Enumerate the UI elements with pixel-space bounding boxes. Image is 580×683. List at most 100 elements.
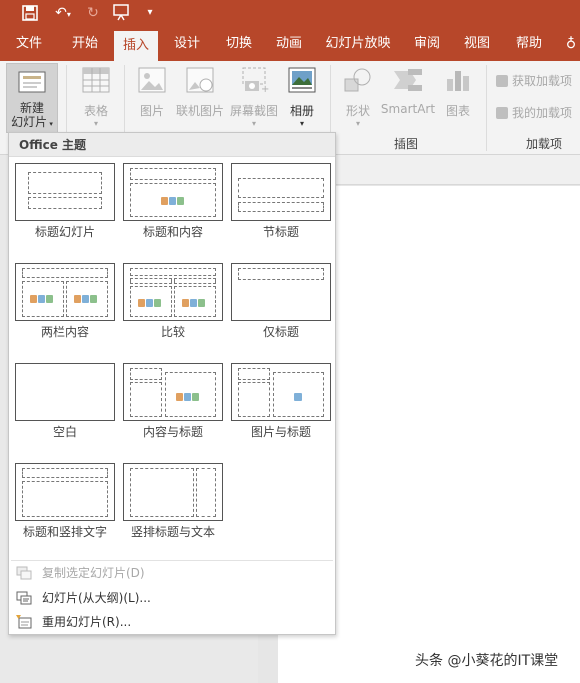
layout-title-and-vertical-text[interactable]: 标题和竖排文字	[11, 463, 119, 539]
layout-thumbnail	[231, 363, 331, 421]
layout-blank[interactable]: 空白	[11, 363, 119, 439]
chart-button[interactable]: 图表	[438, 67, 478, 119]
placeholder-box	[130, 468, 194, 517]
layout-name: 两栏内容	[40, 325, 89, 339]
online-picture-button[interactable]: 联机图片	[174, 67, 226, 119]
layout-name: 内容与标题	[142, 425, 203, 439]
picture-label: 图片	[139, 104, 164, 118]
online-picture-icon	[186, 67, 214, 93]
tab-home[interactable]: 开始	[60, 27, 110, 61]
placeholder-box	[130, 168, 216, 180]
store-icon	[496, 75, 508, 87]
tab-view[interactable]: 视图	[454, 27, 500, 61]
layout-vertical-title-and-text[interactable]: 竖排标题与文本	[119, 463, 227, 539]
screenshot-button[interactable]: + 屏幕截图 ▾	[228, 67, 280, 129]
placeholder-box	[238, 382, 270, 417]
tab-review[interactable]: 审阅	[404, 27, 450, 61]
table-icon	[82, 67, 110, 93]
placeholder-box	[174, 278, 216, 284]
smartart-button[interactable]: SmartArt	[380, 67, 436, 116]
redo-icon: ↻	[87, 5, 99, 21]
tab-slide-show[interactable]: 幻灯片放映	[320, 27, 396, 61]
shapes-icon	[344, 68, 371, 92]
photo-album-icon	[288, 67, 316, 93]
placeholder-box	[22, 481, 108, 517]
layout-thumbnail	[15, 263, 115, 321]
tab-animations[interactable]: 动画	[266, 27, 312, 61]
present-from-start-icon[interactable]	[112, 3, 134, 23]
placeholder-box	[22, 268, 108, 278]
layout-thumbnail	[123, 263, 223, 321]
layout-content-with-caption[interactable]: 内容与标题	[119, 363, 227, 439]
svg-text:+: +	[261, 84, 269, 93]
undo-icon[interactable]: ↶▾	[50, 3, 76, 23]
layout-title-slide[interactable]: 标题幻灯片	[11, 163, 119, 239]
screenshot-icon: +	[242, 67, 269, 95]
layout-name: 比较	[160, 325, 185, 339]
get-addins-button[interactable]: 获取加载项	[496, 71, 572, 91]
layout-thumbnail	[123, 463, 223, 521]
screenshot-label: 屏幕截图	[229, 104, 278, 118]
placeholder-box	[130, 268, 216, 276]
content-icons	[176, 390, 202, 401]
layout-thumbnail	[15, 163, 115, 221]
layout-thumbnail	[231, 163, 331, 221]
shapes-label: 形状	[345, 104, 370, 118]
content-icons	[182, 296, 208, 307]
placeholder-box	[238, 268, 324, 280]
placeholder-box	[130, 382, 162, 417]
layout-comparison[interactable]: 比较	[119, 263, 227, 339]
photo-album-label: 相册	[289, 104, 314, 118]
content-icons	[138, 296, 164, 307]
chart-icon	[447, 71, 469, 91]
layout-thumbnail	[123, 363, 223, 421]
picture-button[interactable]: 图片	[132, 67, 172, 119]
layout-name: 标题和竖排文字	[22, 525, 107, 539]
new-slide-button[interactable]: 新建 幻灯片 ▾	[6, 63, 58, 133]
content-icons	[30, 292, 56, 303]
table-button[interactable]: 表格 ▾	[74, 67, 118, 129]
duplicate-slides-menu-item: 复制选定幻灯片(D)	[9, 561, 335, 585]
layout-name: 空白	[52, 425, 77, 439]
my-addins-button[interactable]: 我的加载项	[496, 103, 572, 123]
photo-album-button[interactable]: 相册 ▾	[282, 67, 322, 129]
layout-name: 仅标题	[262, 325, 299, 339]
layout-name: 图片与标题	[250, 425, 311, 439]
shapes-button[interactable]: 形状 ▾	[338, 67, 378, 129]
tab-transitions[interactable]: 切换	[216, 27, 262, 61]
addins-group-label: 加载项	[526, 137, 563, 151]
tab-design[interactable]: 设计	[164, 27, 210, 61]
quick-access-toolbar: ↶▾ ↻ ▾	[0, 0, 580, 27]
picture-icon	[138, 67, 166, 93]
new-slide-label-1: 新建	[19, 101, 44, 115]
smartart-icon	[394, 69, 422, 91]
placeholder-box	[28, 197, 102, 209]
addins-icon	[496, 107, 508, 119]
layout-two-content[interactable]: 两栏内容	[11, 263, 119, 339]
placeholder-box	[238, 178, 324, 198]
layout-name: 标题和内容	[142, 225, 203, 239]
smartart-label: SmartArt	[380, 102, 436, 116]
layout-picture-with-caption[interactable]: 图片与标题	[227, 363, 335, 439]
watermark: 头条 @小葵花的IT课堂	[415, 653, 559, 669]
tab-help[interactable]: 帮助	[506, 27, 552, 61]
layout-section-header[interactable]: 节标题	[227, 163, 335, 239]
tab-file[interactable]: 文件	[6, 27, 52, 61]
layout-title-only[interactable]: 仅标题	[227, 263, 335, 339]
reuse-slides-menu-item[interactable]: 重用幻灯片(R)...	[9, 610, 335, 634]
placeholder-box	[238, 202, 324, 212]
layout-thumbnail	[15, 363, 115, 421]
save-icon[interactable]	[20, 3, 40, 23]
new-slide-gallery: Office 主题 标题幻灯片 标题和内容 节标题 两栏内容 比较 仅标题 空白…	[8, 132, 336, 635]
layout-name: 标题幻灯片	[34, 225, 95, 239]
layout-thumbnail	[123, 163, 223, 221]
lightbulb-icon[interactable]: ♁	[562, 27, 580, 61]
layout-name: 节标题	[262, 225, 299, 239]
layout-title-and-content[interactable]: 标题和内容	[119, 163, 227, 239]
slides-from-outline-menu-item[interactable]: 幻灯片(从大纲)(L)...	[9, 586, 335, 610]
ribbon-separator	[486, 65, 487, 151]
customize-qat-icon[interactable]: ▾	[144, 3, 156, 23]
duplicate-slides-icon	[16, 566, 32, 580]
illustrations-group-label: 插图	[394, 137, 419, 151]
tab-insert[interactable]: 插入	[114, 31, 158, 61]
